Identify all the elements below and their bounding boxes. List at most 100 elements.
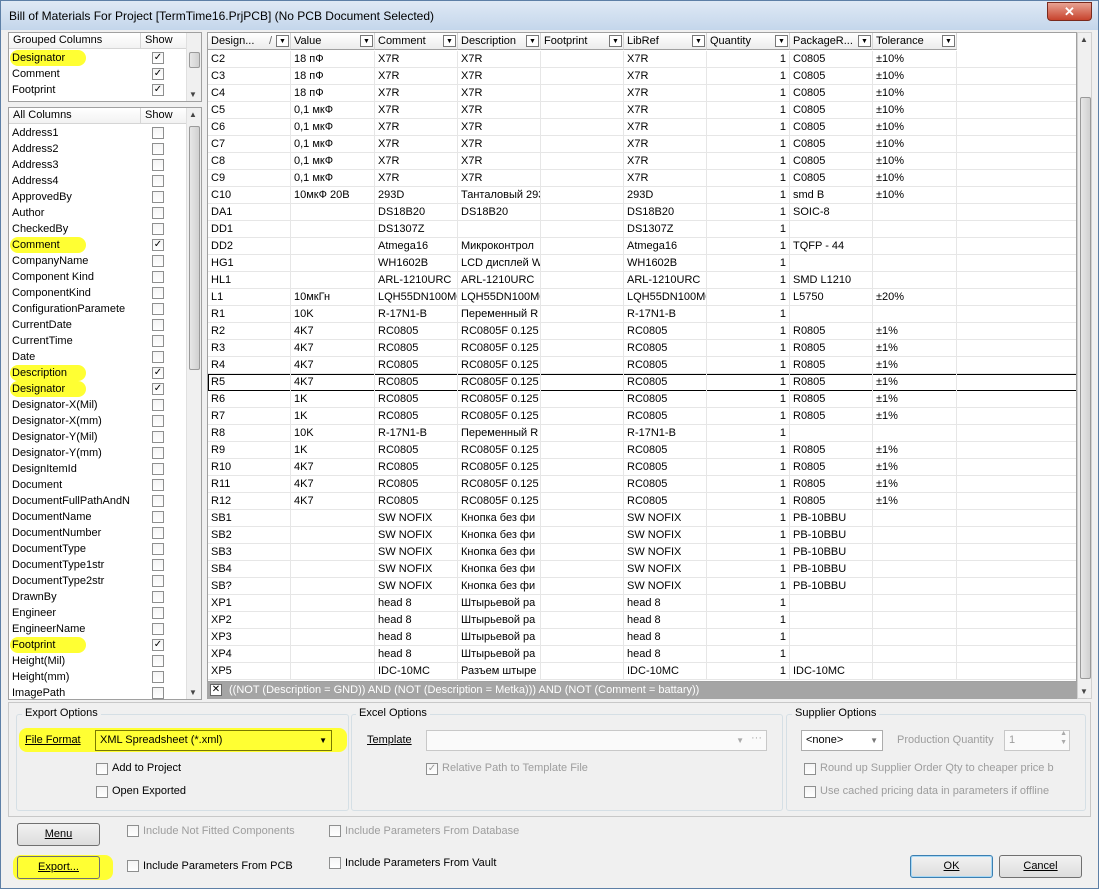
- column-header[interactable]: Description ▼: [458, 33, 541, 50]
- filter-dropdown-icon[interactable]: ▼: [609, 35, 622, 47]
- production-quantity-input[interactable]: 1 ▲ ▼: [1004, 730, 1070, 751]
- show-checkbox[interactable]: [152, 511, 164, 523]
- clear-filter-icon[interactable]: ✕: [210, 684, 222, 696]
- show-checkbox[interactable]: [152, 671, 164, 683]
- show-checkbox[interactable]: [152, 319, 164, 331]
- column-item[interactable]: Designator-X(mm): [9, 413, 137, 429]
- grouped-scrollbar[interactable]: ▼: [186, 33, 201, 101]
- show-checkbox[interactable]: [152, 591, 164, 603]
- supplier-select[interactable]: <none> ▼: [801, 730, 883, 751]
- column-item[interactable]: ApprovedBy: [9, 189, 137, 205]
- column-item[interactable]: Address2: [9, 141, 137, 157]
- show-checkbox[interactable]: [152, 415, 164, 427]
- table-row[interactable]: C3 18 пФ X7R X7R X7R 1 C0805 ±10%: [208, 68, 1076, 85]
- show-checkbox[interactable]: ✓: [152, 52, 164, 64]
- not-fitted-checkbox[interactable]: [127, 825, 139, 837]
- show-checkbox[interactable]: ✓: [152, 383, 164, 395]
- filter-dropdown-icon[interactable]: ▼: [775, 35, 788, 47]
- grouped-scroll-thumb[interactable]: [189, 52, 200, 68]
- scroll-up-icon[interactable]: ▲: [189, 110, 197, 119]
- column-item[interactable]: DrawnBy: [9, 589, 137, 605]
- filter-dropdown-icon[interactable]: ▼: [692, 35, 705, 47]
- spinner-icon[interactable]: ▲ ▼: [1060, 729, 1067, 747]
- export-button[interactable]: Export...: [17, 856, 100, 879]
- table-row[interactable]: C10 10мкФ 20В 293D Танталовый 293 293D 1 smd B…: [208, 187, 1076, 204]
- table-row[interactable]: HG1 WH1602B LCD дисплей W WH1602B 1: [208, 255, 1076, 272]
- add-to-project-checkbox[interactable]: [96, 763, 108, 775]
- grid-scroll-thumb[interactable]: [1080, 97, 1091, 679]
- show-checkbox[interactable]: [152, 207, 164, 219]
- table-row[interactable]: XP1 head 8 Штырьевой ра head 81: [208, 595, 1076, 612]
- show-checkbox[interactable]: ✓: [152, 239, 164, 251]
- column-item[interactable]: EngineerName: [9, 621, 137, 637]
- use-cached-checkbox[interactable]: [804, 786, 816, 798]
- table-row[interactable]: SB? SW NOFIX Кнопка без фи SW NOFIX 1 PB-10BB…: [208, 578, 1076, 595]
- column-item[interactable]: CurrentDate: [9, 317, 137, 333]
- column-item[interactable]: Designator: [9, 50, 137, 66]
- open-exported-checkbox[interactable]: [96, 786, 108, 798]
- all-columns-scroll-thumb[interactable]: [189, 126, 200, 370]
- column-item[interactable]: DocumentType2str: [9, 573, 137, 589]
- column-item[interactable]: Designator-Y(mm): [9, 445, 137, 461]
- file-format-select[interactable]: XML Spreadsheet (*.xml) ▼: [95, 730, 332, 751]
- column-header[interactable]: Tolerance ▼: [873, 33, 957, 50]
- show-checkbox[interactable]: [152, 351, 164, 363]
- show-checkbox[interactable]: [152, 655, 164, 667]
- all-columns-scrollbar[interactable]: ▲ ▼: [186, 108, 201, 699]
- show-checkbox[interactable]: ✓: [152, 367, 164, 379]
- table-row[interactable]: R4 4K7 RC0805 RC0805F 0.125 I RC0805 1 R0805 ±1…: [208, 357, 1076, 374]
- show-checkbox[interactable]: [152, 143, 164, 155]
- show-checkbox[interactable]: [152, 191, 164, 203]
- show-checkbox[interactable]: [152, 335, 164, 347]
- filter-dropdown-icon[interactable]: ▼: [276, 35, 289, 47]
- close-button[interactable]: ✕: [1047, 2, 1092, 21]
- show-checkbox[interactable]: ✓: [152, 639, 164, 651]
- column-item[interactable]: Engineer: [9, 605, 137, 621]
- table-row[interactable]: R12 4K7 RC0805 RC0805F 0.125 I RC0805 1 R0805 ±…: [208, 493, 1076, 510]
- table-row[interactable]: SB2 SW NOFIX Кнопка без фи SW NOFIX 1 PB-10BB…: [208, 527, 1076, 544]
- table-row[interactable]: C5 0,1 мкФ X7R X7R X7R 1 C0805 ±10%: [208, 102, 1076, 119]
- scroll-down-icon[interactable]: ▼: [189, 90, 197, 99]
- round-up-checkbox[interactable]: [804, 763, 816, 775]
- ok-button[interactable]: OK: [910, 855, 993, 878]
- column-item[interactable]: Address4: [9, 173, 137, 189]
- column-item[interactable]: Date: [9, 349, 137, 365]
- column-item[interactable]: Document: [9, 477, 137, 493]
- column-header[interactable]: LibRef ▼: [624, 33, 707, 50]
- column-item[interactable]: DocumentType1str: [9, 557, 137, 573]
- show-checkbox[interactable]: [152, 255, 164, 267]
- table-row[interactable]: L1 10мкГн LQH55DN100M0 LQH55DN100M0 LQH55DN1…: [208, 289, 1076, 306]
- column-item[interactable]: Height(mm): [9, 669, 137, 685]
- column-header[interactable]: Quantity ▼: [707, 33, 790, 50]
- scroll-up-icon[interactable]: ▲: [1080, 35, 1088, 44]
- column-item[interactable]: DocumentName: [9, 509, 137, 525]
- show-checkbox[interactable]: [152, 127, 164, 139]
- table-row[interactable]: R5 4K7 RC0805 RC0805F 0.125 I RC0805 1 R0805 ±1…: [208, 374, 1076, 391]
- column-header[interactable]: Footprint ▼: [541, 33, 624, 50]
- show-checkbox[interactable]: ✓: [152, 84, 164, 96]
- column-item[interactable]: Address1: [9, 125, 137, 141]
- show-checkbox[interactable]: [152, 175, 164, 187]
- table-row[interactable]: R11 4K7 RC0805 RC0805F 0.125 I RC0805 1 R0805 ±…: [208, 476, 1076, 493]
- column-header[interactable]: Value ▼: [291, 33, 375, 50]
- column-item[interactable]: Component Kind: [9, 269, 137, 285]
- show-checkbox[interactable]: [152, 463, 164, 475]
- column-item[interactable]: Designator-X(Mil): [9, 397, 137, 413]
- show-checkbox[interactable]: [152, 495, 164, 507]
- column-header[interactable]: Comment ▼: [375, 33, 458, 50]
- show-checkbox[interactable]: [152, 543, 164, 555]
- template-input[interactable]: ▼ ···: [426, 730, 767, 751]
- show-checkbox[interactable]: [152, 159, 164, 171]
- show-checkbox[interactable]: [152, 287, 164, 299]
- column-item[interactable]: DocumentNumber: [9, 525, 137, 541]
- column-header[interactable]: PackageR... ▼: [790, 33, 873, 50]
- show-checkbox[interactable]: [152, 271, 164, 283]
- show-checkbox[interactable]: [152, 223, 164, 235]
- table-row[interactable]: C4 18 пФ X7R X7R X7R 1 C0805 ±10%: [208, 85, 1076, 102]
- column-item[interactable]: Description: [9, 365, 137, 381]
- column-item[interactable]: Footprint: [9, 637, 137, 653]
- show-checkbox[interactable]: ✓: [152, 68, 164, 80]
- column-item[interactable]: Author: [9, 205, 137, 221]
- table-row[interactable]: XP2 head 8 Штырьевой ра head 81: [208, 612, 1076, 629]
- column-item[interactable]: Footprint: [9, 82, 137, 98]
